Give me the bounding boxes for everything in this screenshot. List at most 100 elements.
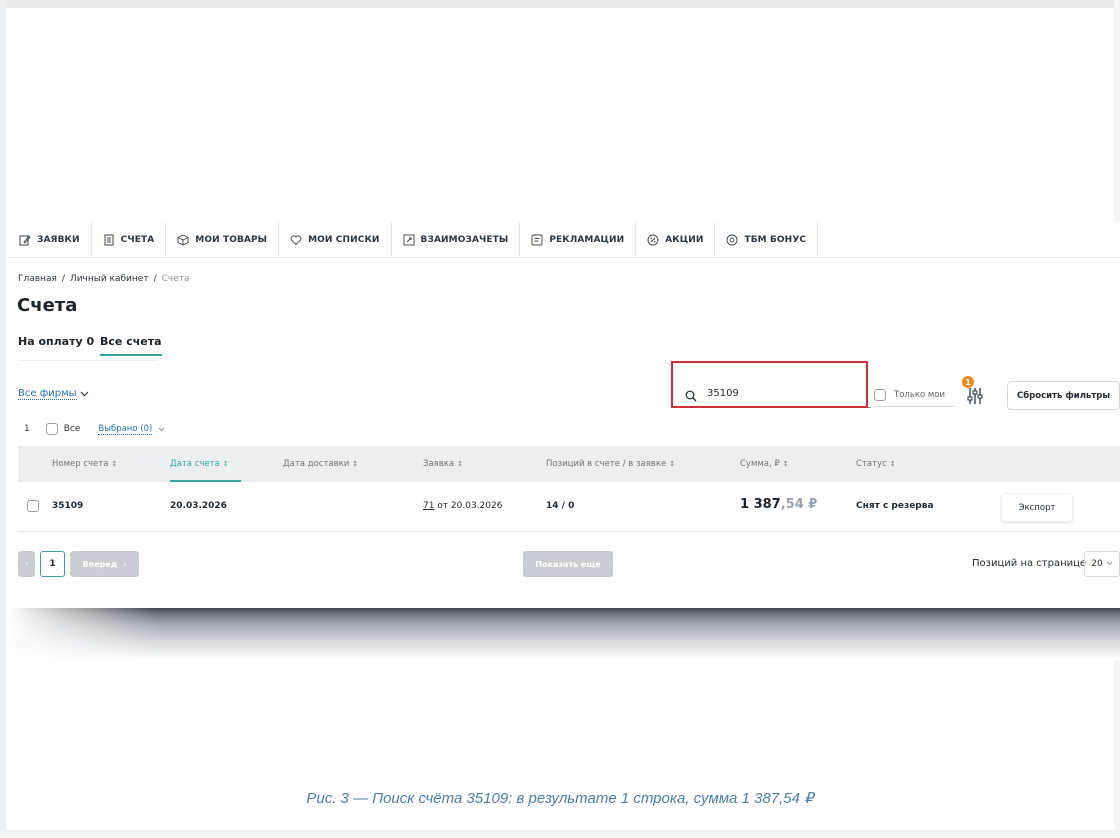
nav-label: МОИ СПИСКИ <box>308 234 380 245</box>
breadcrumb: Главная / Личный кабинет / Счета <box>18 274 190 284</box>
nav-item-vzaimozachety[interactable]: ВЗАИМОЗАЧЕТЫ <box>392 222 521 257</box>
column-label: Заявка <box>423 459 455 469</box>
sort-icon: ↕ <box>352 460 359 468</box>
nav-item-zayavki[interactable]: ЗАЯВКИ <box>8 222 92 257</box>
cell-status: Снят с резерва <box>856 501 934 511</box>
edit-icon <box>19 234 31 246</box>
frame-top <box>0 0 1120 8</box>
breadcrumb-current: Счета <box>161 274 190 284</box>
prev-page-button[interactable]: ‹ <box>18 551 35 577</box>
column-number[interactable]: Номер счета ↕ <box>52 459 117 469</box>
sum-fraction: ,54 ₽ <box>780 497 818 512</box>
table-row[interactable]: 35109 20.03.2026 71 от 20.03.2026 14 / 0… <box>18 482 1120 532</box>
only-mine-label: Только мои <box>894 390 946 400</box>
search-highlight-frame <box>671 361 868 408</box>
cell-number: 35109 <box>52 501 84 511</box>
document-icon <box>103 234 115 246</box>
selection-count: 1 <box>24 424 30 434</box>
column-sum[interactable]: Сумма, ₽ ↕ <box>740 459 789 469</box>
breadcrumb-home[interactable]: Главная <box>18 274 57 284</box>
select-all-box[interactable] <box>45 423 58 435</box>
breadcrumb-cabinet[interactable]: Личный кабинет <box>70 274 149 284</box>
per-page-label: Позиций на странице <box>972 558 1087 569</box>
column-date[interactable]: Дата счета ↕ <box>170 459 229 469</box>
tab-all-invoices[interactable]: Все счета <box>100 335 162 356</box>
sum-integer: 1 387 <box>740 497 781 512</box>
column-label: Сумма, ₽ <box>740 459 780 469</box>
bonus-icon <box>726 234 738 246</box>
select-all-label: Все <box>63 424 81 434</box>
column-label: Дата счета <box>170 459 220 469</box>
nav-label: МОИ ТОВАРЫ <box>195 234 268 245</box>
nav-item-reklamacii[interactable]: РЕКЛАМАЦИИ <box>520 222 637 257</box>
sort-icon: ↕ <box>782 460 789 468</box>
complaint-icon <box>531 234 543 246</box>
reset-filters-button[interactable]: Сбросить фильтры <box>1007 381 1120 410</box>
order-link[interactable]: 71 <box>423 501 434 511</box>
export-button[interactable]: Экспорт <box>1001 493 1073 522</box>
exchange-icon <box>403 234 415 246</box>
sort-icon: ↕ <box>222 460 229 468</box>
column-delivery-date[interactable]: Дата доставки ↕ <box>283 459 358 469</box>
cell-order: 71 от 20.03.2026 <box>423 501 502 511</box>
nav-label: АКЦИИ <box>665 234 704 245</box>
column-label: Дата доставки <box>283 459 350 469</box>
column-order[interactable]: Заявка ↕ <box>423 459 463 469</box>
row-checkbox[interactable] <box>27 500 39 512</box>
selected-dropdown[interactable]: Выбрано (0) <box>98 424 153 435</box>
next-page-label: Вперед <box>82 559 118 569</box>
selection-row: 1 Все Выбрано (0) <box>24 423 165 435</box>
nav-item-moi-tovary[interactable]: МОИ ТОВАРЫ <box>166 222 280 257</box>
figure-caption: Рис. 3 — Поиск счёта 35109: в результате… <box>306 790 814 807</box>
screenshot-shadow-fade <box>8 608 158 660</box>
tab-to-pay[interactable]: На оплату 0 <box>18 335 94 348</box>
chevron-down-icon <box>158 425 165 434</box>
chevron-down-icon <box>80 389 89 400</box>
select-all-checkbox[interactable]: Все <box>45 423 81 435</box>
nav-item-scheta[interactable]: СЧЕТА <box>92 222 167 257</box>
sort-icon: ↕ <box>669 460 676 468</box>
column-label: Позиций в счете / в заявке <box>546 459 667 469</box>
sort-icon: ↕ <box>457 460 463 468</box>
page-number-current[interactable]: 1 <box>40 551 65 577</box>
frame-left <box>0 0 6 838</box>
column-label: Номер счета <box>52 459 109 469</box>
nav-label: СЧЕТА <box>120 234 155 245</box>
per-page-select[interactable]: 20 <box>1084 551 1120 577</box>
nav-item-moi-spiski[interactable]: МОИ СПИСКИ <box>279 222 392 257</box>
per-page-value: 20 <box>1091 559 1103 569</box>
screenshot-shadow <box>8 608 1120 660</box>
column-label: Статус <box>856 459 887 469</box>
top-nav: ЗАЯВКИ СЧЕТА МОИ ТОВАРЫ МОИ СПИСКИ ВЗАИМ… <box>8 222 1120 258</box>
column-status[interactable]: Статус ↕ <box>856 459 896 469</box>
sort-icon: ↕ <box>889 460 896 468</box>
percent-icon <box>647 234 659 246</box>
column-positions[interactable]: Позиций в счете / в заявке ↕ <box>546 459 675 469</box>
nav-label: ВЗАИМОЗАЧЕТЫ <box>420 234 509 245</box>
filter-count-badge: 1 <box>962 376 974 388</box>
screenshot-panel: ЗАЯВКИ СЧЕТА МОИ ТОВАРЫ МОИ СПИСКИ ВЗАИМ… <box>8 222 1120 608</box>
page-title: Счета <box>17 295 78 316</box>
frame-bottom <box>0 830 1120 838</box>
order-date: от 20.03.2026 <box>434 501 503 511</box>
nav-label: РЕКЛАМАЦИИ <box>549 234 625 245</box>
chevron-right-icon: › <box>123 559 127 569</box>
table-header: Номер счета ↕ Дата счета ↕ Дата доставки ↕ … <box>18 446 1120 482</box>
tabs-divider <box>18 360 158 361</box>
nav-label: ТБМ БОНУС <box>744 234 807 245</box>
next-page-button[interactable]: Вперед › <box>70 551 139 577</box>
only-mine-box[interactable] <box>874 389 886 401</box>
cell-positions: 14 / 0 <box>546 501 575 511</box>
nav-item-tbm-bonus[interactable]: ТБМ БОНУС <box>715 222 819 257</box>
nav-item-akcii[interactable]: АКЦИИ <box>636 222 716 257</box>
sort-icon: ↕ <box>111 460 118 468</box>
cell-sum: 1 387,54 ₽ <box>740 497 817 512</box>
firms-dropdown[interactable]: Все фирмы <box>18 388 89 400</box>
show-more-button[interactable]: Показать еще <box>523 551 613 577</box>
heart-icon <box>290 234 302 246</box>
box-icon <box>177 233 189 246</box>
only-mine-checkbox[interactable]: Только мои <box>874 384 954 407</box>
sliders-icon <box>963 388 987 412</box>
cell-date: 20.03.2026 <box>170 501 227 511</box>
chevron-down-icon <box>1106 559 1113 569</box>
